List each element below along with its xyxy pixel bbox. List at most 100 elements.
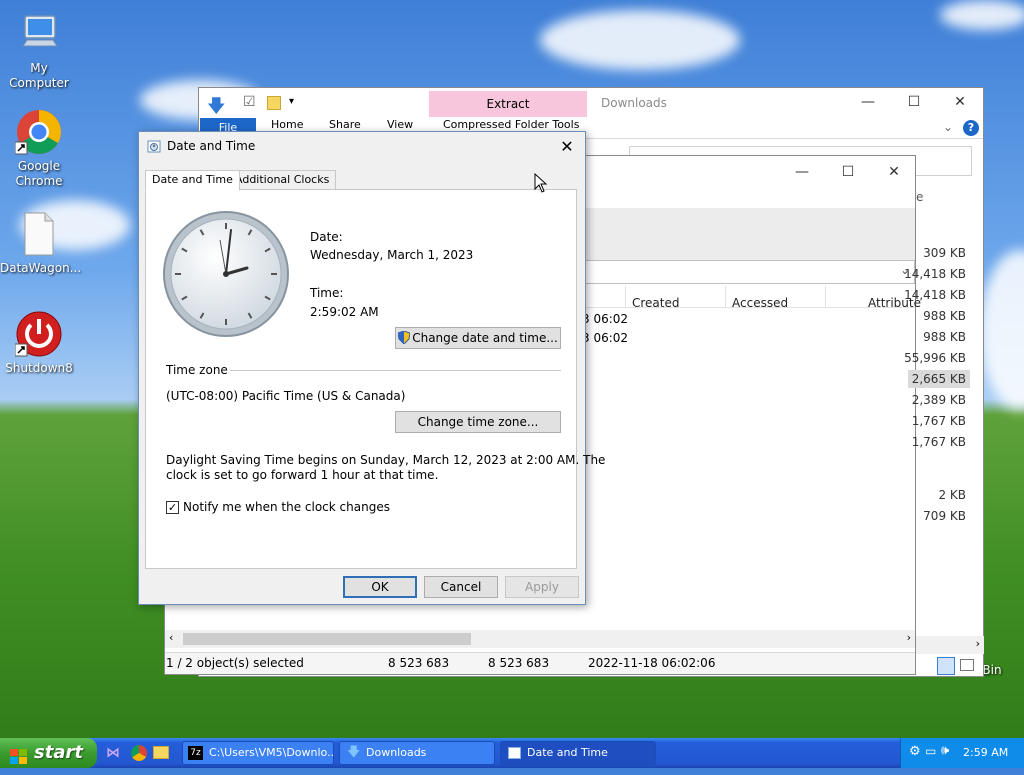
taskbar-item-downloads[interactable]: 🡇 Downloads <box>339 741 495 765</box>
ribbon-tab-view[interactable]: View <box>387 118 413 131</box>
notify-label[interactable]: Notify me when the clock changes <box>183 500 390 514</box>
size-cell: 988 KB <box>923 330 966 344</box>
scroll-left-icon[interactable]: ‹ <box>169 631 173 644</box>
customize-toolbar-icon[interactable]: ▾ <box>289 96 294 107</box>
status-size-1: 8 523 683 <box>388 656 450 670</box>
scrollbar-thumb[interactable] <box>183 633 471 645</box>
change-date-time-button[interactable]: Change date and time... <box>395 327 561 349</box>
size-cell: 1,767 KB <box>911 435 966 449</box>
chrome-icon <box>14 108 63 156</box>
date-time-icon <box>147 139 161 153</box>
quick-access-toolbar: 🡇 ☑ ▾ <box>205 94 305 117</box>
details-view-icon[interactable] <box>937 657 955 675</box>
tab-panel: Date: Wednesday, March 1, 2023 Time: 2:5… <box>145 189 605 569</box>
ok-button[interactable]: OK <box>343 576 417 598</box>
status-size-2: 8 523 683 <box>488 656 550 670</box>
desktop-icon-label: Shutdown8 <box>5 361 73 375</box>
tab-date-and-time[interactable]: Date and Time <box>145 170 240 191</box>
apply-button: Apply <box>505 576 579 598</box>
minimize-button[interactable]: — <box>845 88 891 118</box>
status-selection: 1 / 2 object(s) selected <box>166 656 304 670</box>
date-time-icon <box>508 747 521 759</box>
new-folder-icon[interactable] <box>267 96 281 110</box>
inner-close-button[interactable]: ✕ <box>871 158 917 188</box>
time-zone-value: (UTC-08:00) Pacific Time (US & Canada) <box>166 389 406 403</box>
view-label: e <box>916 190 924 204</box>
time-value: 2:59:02 AM <box>310 305 379 319</box>
windows-logo-icon <box>10 745 28 764</box>
date-label: Date: <box>310 230 343 244</box>
desktop-icon-label: DataWagon... <box>0 261 82 275</box>
extract-context-tab[interactable]: Extract <box>429 91 587 117</box>
monitor-icon[interactable]: ▭ <box>925 744 936 758</box>
time-label: Time: <box>310 286 344 300</box>
maximize-button[interactable]: ☐ <box>891 88 937 118</box>
table-cell-created: 3 06:02 <box>582 331 629 345</box>
desktop-icon-google-chrome[interactable]: Google Chrome <box>0 108 78 189</box>
background-cloud <box>940 0 1024 30</box>
size-cell: 2,389 KB <box>911 393 966 407</box>
power-icon <box>14 310 63 358</box>
inner-minimize-button[interactable]: — <box>779 158 825 188</box>
column-header-accessed[interactable]: Accessed <box>732 296 788 310</box>
volume-icon[interactable]: 🕪 <box>941 743 949 758</box>
dialog-title: Date and Time <box>167 139 256 153</box>
notify-checkbox[interactable]: ✓ <box>166 501 179 514</box>
properties-icon[interactable]: ☑ <box>243 94 256 110</box>
desktop-icon-my-computer[interactable]: My Computer <box>0 10 78 91</box>
change-time-zone-button[interactable]: Change time zone... <box>395 411 561 433</box>
desktop-icon-label: Google Chrome <box>15 159 63 188</box>
chrome-quicklaunch-icon[interactable] <box>131 745 147 761</box>
ribbon-tab-home[interactable]: Home <box>271 118 303 131</box>
size-cell: 55,996 KB <box>904 351 966 365</box>
size-cell-selected: 2,665 KB <box>907 370 970 388</box>
window-title: Downloads <box>601 96 667 110</box>
explorer-quicklaunch-icon[interactable] <box>153 746 169 759</box>
ribbon-tab-compressed-folder-tools[interactable]: Compressed Folder Tools <box>443 118 579 131</box>
tray-clock[interactable]: 2:59 AM <box>963 746 1008 759</box>
date-time-dialog[interactable]: Date and Time ✕ Date and Time Additional… <box>138 131 605 605</box>
size-cell: 2 KB <box>938 488 966 502</box>
recycle-bin-icon <box>980 620 1010 660</box>
outer-scrollbar[interactable]: › <box>916 636 984 654</box>
size-cell: 309 KB <box>923 246 966 260</box>
scroll-right-icon[interactable]: › <box>907 631 911 644</box>
expand-ribbon-icon[interactable]: ⌄ <box>943 120 953 134</box>
table-cell-created: 3 06:02 <box>582 312 629 326</box>
background-cloud <box>980 250 1024 410</box>
taskbar-item-date-and-time[interactable]: Date and Time <box>500 741 656 765</box>
download-arrow-icon: 🡇 <box>347 745 361 760</box>
taskbar-item-label: Date and Time <box>527 746 608 759</box>
7zip-icon: 7z <box>188 746 203 760</box>
close-button[interactable]: ✕ <box>937 88 983 118</box>
system-tray: ⚙ ▭ 🕪 2:59 AM <box>900 738 1024 768</box>
size-cell: 14,418 KB <box>904 267 966 281</box>
large-icons-view-icon[interactable] <box>960 659 974 671</box>
scroll-right-icon[interactable]: › <box>976 637 980 650</box>
size-cell: 1,767 KB <box>911 414 966 428</box>
help-icon[interactable]: ? <box>963 120 979 136</box>
cancel-button[interactable]: Cancel <box>424 576 498 598</box>
desktop-icon-shutdown8[interactable]: Shutdown8 <box>0 310 78 376</box>
change-date-time-label: Change date and time... <box>412 331 558 345</box>
column-separator <box>725 286 726 308</box>
mouse-cursor-icon <box>534 172 548 193</box>
taskbar-item-7zip[interactable]: 7z C:\Users\VM5\Downlo... <box>182 741 334 765</box>
dialog-close-button[interactable]: ✕ <box>555 136 579 158</box>
taskbar-item-label: C:\Users\VM5\Downlo... <box>209 746 334 759</box>
horizontal-scrollbar[interactable]: ‹ › <box>165 630 915 648</box>
desktop-icon-label: My Computer <box>9 61 69 90</box>
visual-studio-icon[interactable]: ⋈ <box>106 745 122 761</box>
start-button[interactable]: start <box>0 738 97 768</box>
dst-notice-line-2: clock is set to go forward 1 hour at tha… <box>166 468 439 482</box>
tab-additional-clocks[interactable]: Additional Clocks <box>228 170 337 190</box>
network-icon[interactable]: ⚙ <box>909 744 921 759</box>
ribbon-tab-share[interactable]: Share <box>329 118 361 131</box>
desktop-icon-datawagon[interactable]: DataWagon... <box>0 210 82 276</box>
column-header-created[interactable]: Created <box>632 296 680 310</box>
status-date: 2022-11-18 06:02:06 <box>588 656 716 670</box>
inner-maximize-button[interactable]: ☐ <box>825 158 871 188</box>
desktop-icon-label: Bin <box>982 663 1002 677</box>
file-icon <box>15 210 63 258</box>
uac-shield-icon <box>397 330 411 345</box>
